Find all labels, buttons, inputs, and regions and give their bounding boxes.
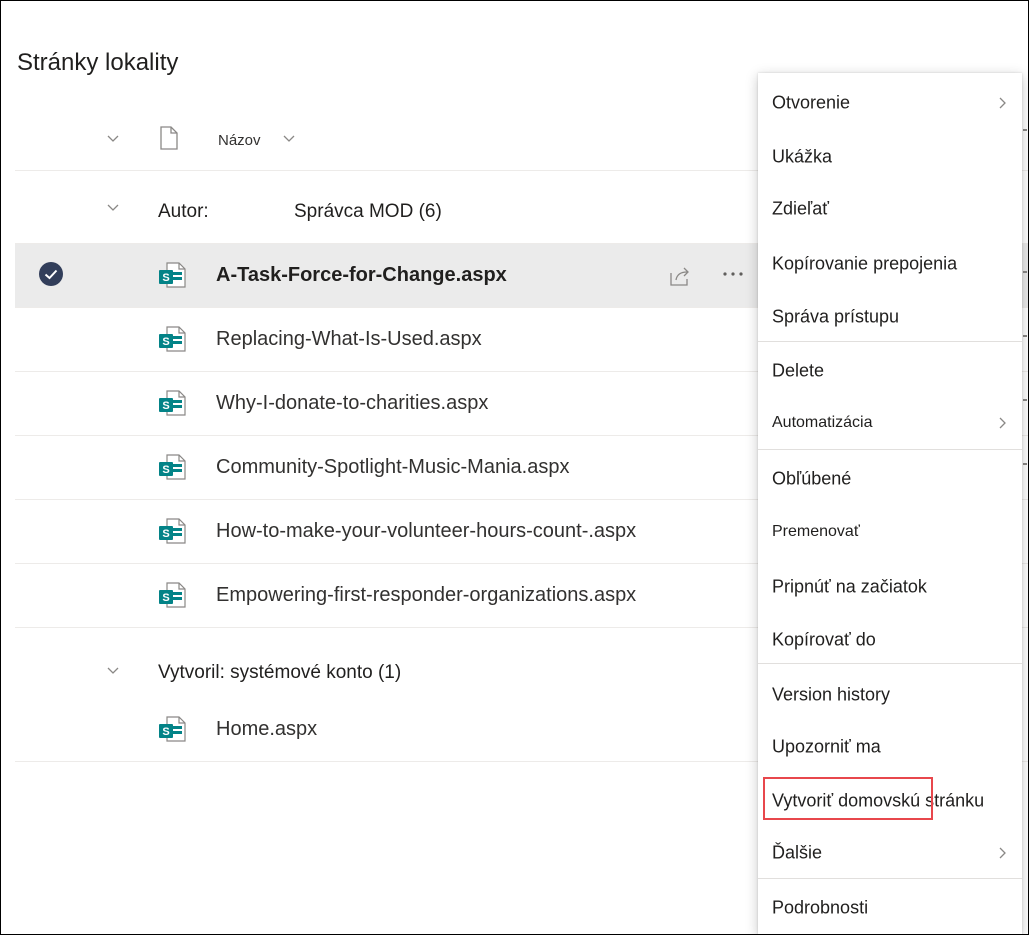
menu-item-label: Otvorenie [772,92,851,113]
menu-item-preview[interactable]: Ukážka [758,135,1022,179]
menu-separator [758,663,1022,664]
menu-item-copy-link[interactable]: Kopírovanie prepojenia [758,242,1022,286]
group-chevron-down-icon[interactable] [105,199,121,215]
file-name-link[interactable]: How-to-make-your-volunteer-hours-count-.… [216,520,636,543]
file-name-link[interactable]: Replacing-What-Is-Used.aspx [216,328,482,351]
page-title: Stránky lokality [17,49,179,76]
menu-item-label: Zdieľať [772,198,830,219]
svg-text:S: S [162,464,169,476]
sharepoint-page-icon: S [158,715,186,748]
app-frame: Stránky lokality Názov Autor: Správca MO… [0,0,1029,935]
file-type-document-icon[interactable] [159,126,179,155]
menu-separator [758,341,1022,342]
svg-text:S: S [162,592,169,604]
highlight-box [763,777,933,820]
file-name-link[interactable]: Community-Spotlight-Music-Mania.aspx [216,456,569,479]
menu-item-label: Upozorniť ma [772,736,881,757]
menu-item-share[interactable]: Zdieľať [758,187,1022,231]
sharepoint-page-icon: S [158,325,186,358]
sharepoint-page-icon: S [158,517,186,550]
file-name-link[interactable]: Why-I-donate-to-charities.aspx [216,392,488,415]
svg-text:S: S [162,726,169,738]
sharepoint-page-icon: S [158,389,186,422]
menu-item-details[interactable]: Podrobnosti [758,886,1022,930]
menu-item-label: Version history [772,684,891,705]
svg-text:S: S [162,528,169,540]
menu-item-version-history[interactable]: Version history [758,673,1022,717]
svg-text:S: S [162,400,169,412]
menu-item-label: Kopírovanie prepojenia [772,253,958,274]
collapse-all-chevron-down-icon[interactable] [105,130,121,146]
file-name-link[interactable]: Home.aspx [216,718,317,741]
chevron-right-icon [994,415,1010,436]
menu-item-label: Premenovať [772,523,860,540]
menu-item-automate[interactable]: Automatizácia [758,401,1022,445]
menu-item-label: Ďalšie [772,842,823,863]
file-name-link[interactable]: A-Task-Force-for-Change.aspx [216,264,507,287]
menu-item-label: Ukážka [772,146,833,167]
menu-item-favorite[interactable]: Obľúbené [758,457,1022,501]
svg-text:S: S [162,272,169,284]
more-ellipsis-icon[interactable] [721,266,745,284]
sharepoint-page-icon: S [158,453,186,486]
menu-separator [758,449,1022,450]
sharepoint-page-icon: S [158,581,186,614]
menu-item-pin-to-top[interactable]: Pripnúť na začiatok [758,565,1022,609]
checkmark-circle-icon[interactable] [38,261,64,292]
menu-item-more[interactable]: Ďalšie [758,831,1022,875]
sharepoint-page-icon: S [158,261,186,294]
group-label: Vytvoril: systémové konto (1) [158,662,402,683]
menu-item-rename[interactable]: Premenovať [758,510,1022,554]
menu-item-label: Správa prístupu [772,306,900,327]
menu-item-label: Pripnúť na začiatok [772,576,927,597]
column-sort-chevron-down-icon[interactable] [281,130,297,146]
group-chevron-down-icon[interactable] [105,662,121,678]
file-name-link[interactable]: Empowering-first-responder-organizations… [216,584,636,607]
group-value: Správca MOD (6) [294,201,442,222]
menu-separator [758,878,1022,879]
share-icon[interactable] [667,263,693,294]
svg-text:S: S [162,336,169,348]
menu-item-label: Automatizácia [772,414,873,431]
menu-item-open[interactable]: Otvorenie [758,81,1022,125]
menu-item-delete[interactable]: Delete [758,349,1022,393]
menu-item-alert-me[interactable]: Upozorniť ma [758,725,1022,769]
menu-item-label: Delete [772,360,825,381]
menu-item-copy-to[interactable]: Kopírovať do [758,618,1022,662]
chevron-right-icon [994,95,1010,116]
group-label: Autor: [158,201,209,222]
obscured-column-edge [1022,73,1028,934]
menu-item-manage-access[interactable]: Správa prístupu [758,295,1022,339]
menu-item-label: Podrobnosti [772,897,869,918]
chevron-right-icon [994,845,1010,866]
menu-item-label: Kopírovať do [772,629,876,650]
column-header-name[interactable]: Názov [218,132,261,149]
menu-item-label: Obľúbené [772,468,852,489]
